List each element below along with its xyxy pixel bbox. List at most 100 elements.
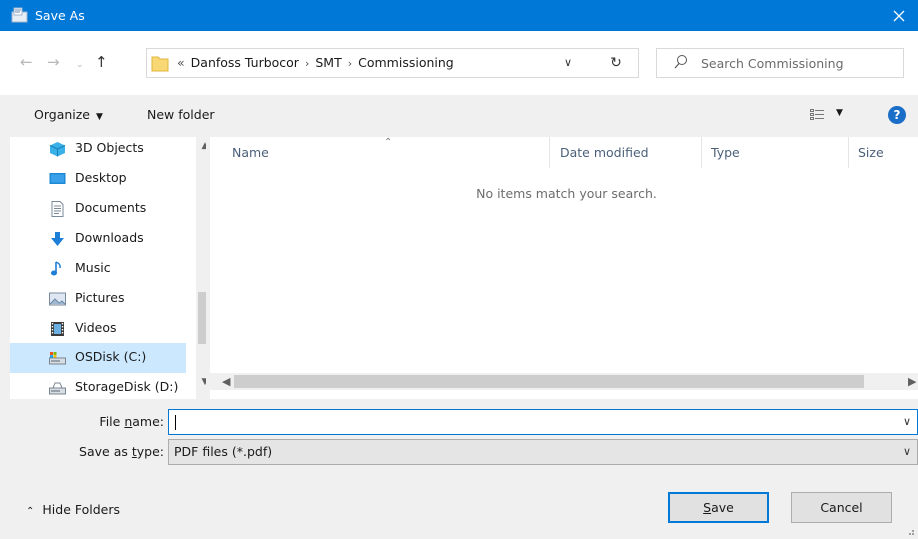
up-arrow-icon: ↑: [95, 53, 108, 71]
sidebar-item-3d-objects[interactable]: 3D Objects: [10, 137, 186, 164]
hide-folders-label: Hide Folders: [42, 502, 121, 517]
close-icon: [893, 10, 905, 21]
column-divider[interactable]: [549, 137, 550, 168]
search-icon: [674, 55, 687, 69]
address-bar[interactable]: « Danfoss Turbocor › SMT › Commissioning ∨ ↻: [146, 48, 639, 78]
hide-folders-button[interactable]: ⌃ Hide Folders: [26, 502, 120, 517]
sidebar-item-label: Downloads: [75, 230, 144, 245]
sidebar-item-osdisk[interactable]: OSDisk (C:): [10, 343, 186, 373]
column-header-size[interactable]: Size: [858, 141, 884, 165]
sidebar-item-music[interactable]: Music: [10, 254, 186, 284]
forward-button[interactable]: →: [47, 55, 60, 70]
view-options-icon[interactable]: [810, 109, 824, 121]
pictures-icon: [49, 292, 66, 306]
address-row: ← → ⌄ ↑ « Danfoss Turbocor › SMT › Commission…: [0, 31, 918, 95]
help-button[interactable]: ?: [888, 106, 906, 124]
sidebar-item-label: Desktop: [75, 170, 127, 185]
command-bar: Organize ▼ New folder ▼ ?: [0, 95, 918, 137]
drive-icon: [49, 352, 66, 365]
breadcrumb-item[interactable]: Commissioning: [358, 55, 454, 70]
folder-icon: [151, 56, 169, 72]
sidebar-item-label: Documents: [75, 200, 147, 215]
column-header-date-modified[interactable]: Date modified: [560, 141, 649, 165]
column-divider[interactable]: [848, 137, 849, 168]
title-bar: Save As: [0, 0, 918, 31]
refresh-icon: ↻: [610, 55, 622, 71]
3d-objects-icon: [49, 142, 66, 157]
file-name-input[interactable]: ∨: [168, 409, 918, 435]
file-list: ⌃ Name Date modified Type Size No items …: [210, 137, 918, 399]
sidebar-item-label: Pictures: [75, 290, 125, 305]
file-name-row: File name: ∨: [0, 409, 918, 435]
videos-icon: [51, 322, 64, 336]
save-type-value: PDF files (*.pdf): [174, 444, 273, 459]
file-name-label: File name:: [99, 414, 164, 429]
sidebar-item-storagedisk[interactable]: StorageDisk (D:): [10, 373, 186, 399]
recent-locations-button[interactable]: ⌄: [76, 58, 84, 73]
scroll-down-icon[interactable]: ▼: [196, 377, 206, 387]
chevron-down-icon: ⌄: [76, 60, 84, 70]
sidebar-item-label: OSDisk (C:): [75, 349, 147, 364]
sidebar-scrollbar[interactable]: ▲ ▼: [196, 137, 206, 399]
desktop-icon: [49, 173, 66, 184]
chevron-down-icon: ∨: [902, 445, 911, 458]
sort-ascending-icon: ⌃: [384, 137, 393, 148]
chevron-up-icon: ⌃: [26, 506, 35, 517]
scroll-left-icon[interactable]: ◀: [222, 373, 230, 390]
up-button[interactable]: ↑: [95, 55, 108, 70]
breadcrumb: « Danfoss Turbocor › SMT › Commissioning: [177, 49, 454, 77]
breadcrumb-separator[interactable]: ›: [305, 57, 309, 70]
documents-icon: [51, 201, 64, 217]
back-arrow-icon: ←: [20, 53, 33, 71]
organize-label: Organize: [34, 107, 90, 122]
breadcrumb-item[interactable]: Danfoss Turbocor: [191, 55, 299, 70]
column-divider[interactable]: [701, 137, 702, 168]
search-input[interactable]: [701, 49, 899, 77]
navigation-pane: 3D Objects Desktop Documents Downloads M…: [10, 137, 206, 399]
save-type-label: Save as type:: [79, 444, 164, 459]
breadcrumb-overflow[interactable]: «: [177, 55, 185, 70]
column-header-type[interactable]: Type: [711, 141, 740, 165]
sidebar-item-pictures[interactable]: Pictures: [10, 284, 186, 314]
chevron-down-icon[interactable]: ∨: [903, 410, 911, 434]
save-type-row: Save as type: PDF files (*.pdf) ∨: [0, 439, 918, 465]
sidebar-item-label: Videos: [75, 320, 117, 335]
save-dialog-icon: [11, 7, 28, 23]
resize-grip-icon[interactable]: [905, 526, 915, 536]
forward-arrow-icon: →: [47, 53, 60, 71]
file-list-horizontal-scrollbar[interactable]: ◀ ▶: [210, 373, 918, 390]
sidebar-item-desktop[interactable]: Desktop: [10, 164, 186, 194]
view-dropdown-icon[interactable]: ▼: [836, 108, 843, 118]
cancel-button[interactable]: Cancel: [791, 492, 892, 523]
breadcrumb-separator[interactable]: ›: [348, 57, 352, 70]
sidebar-item-videos[interactable]: Videos: [10, 314, 186, 344]
empty-message: No items match your search.: [476, 186, 657, 201]
refresh-button[interactable]: ↻: [605, 49, 627, 77]
music-icon: [51, 261, 61, 276]
column-header-name[interactable]: Name: [232, 141, 269, 165]
scrollbar-thumb[interactable]: [234, 375, 864, 388]
save-button[interactable]: Save: [668, 492, 769, 523]
scroll-up-icon[interactable]: ▲: [196, 141, 206, 151]
sidebar-item-label: Music: [75, 260, 111, 275]
scrollbar-thumb[interactable]: [198, 292, 206, 344]
scroll-right-icon[interactable]: ▶: [908, 373, 916, 390]
search-box: [656, 48, 904, 78]
back-button[interactable]: ←: [20, 55, 33, 70]
close-button[interactable]: [880, 0, 918, 31]
sidebar-item-downloads[interactable]: Downloads: [10, 224, 186, 254]
window-title: Save As: [35, 8, 85, 23]
organize-button[interactable]: Organize ▼: [34, 107, 103, 122]
sidebar-item-label: StorageDisk (D:): [75, 379, 179, 394]
save-type-select[interactable]: PDF files (*.pdf) ∨: [168, 439, 918, 465]
new-folder-button[interactable]: New folder: [147, 107, 215, 122]
text-cursor: [175, 415, 176, 430]
chevron-down-icon: ∨: [563, 56, 573, 69]
drive-icon: [49, 382, 66, 395]
breadcrumb-item[interactable]: SMT: [315, 55, 341, 70]
sidebar-item-documents[interactable]: Documents: [10, 194, 186, 224]
caret-down-icon: ▼: [96, 112, 103, 122]
downloads-icon: [51, 232, 64, 246]
address-dropdown-button[interactable]: ∨: [557, 49, 579, 77]
sidebar-item-label: 3D Objects: [75, 140, 144, 155]
